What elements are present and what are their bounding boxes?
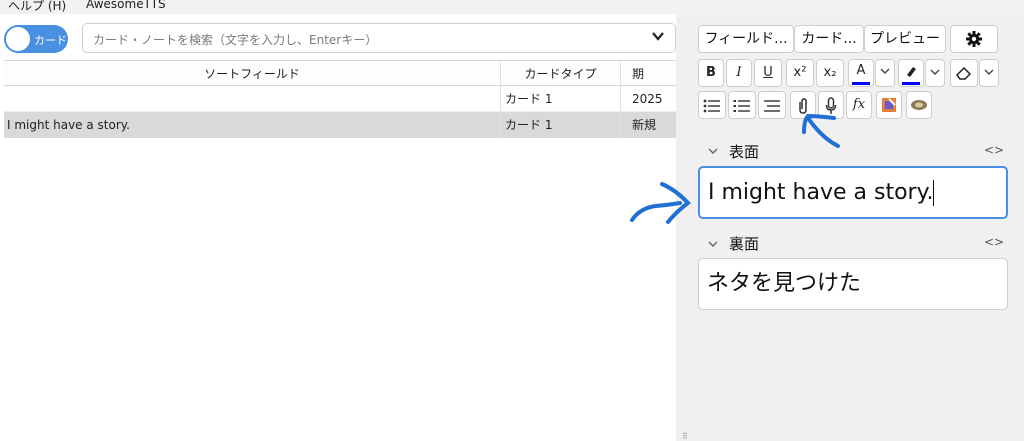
toggle-label: カード (34, 34, 67, 47)
preview-button[interactable]: プレビュー (864, 25, 946, 53)
underline-button[interactable]: U (754, 59, 782, 87)
ordered-list-icon (733, 100, 750, 112)
column-card-type[interactable]: カードタイプ (500, 61, 620, 85)
front-field-input[interactable]: I might have a story. (698, 166, 1008, 219)
highlighter-icon (899, 60, 923, 82)
eraser-icon (956, 66, 972, 80)
field-label-back: 裏面 (729, 235, 760, 253)
collapse-chevron-icon[interactable] (708, 238, 718, 251)
cell-due: 新規 (620, 112, 676, 138)
settings-button[interactable] (950, 25, 998, 53)
column-sort-field[interactable]: ソートフィールド (4, 61, 500, 85)
highlight-dropdown[interactable] (925, 59, 945, 87)
ordered-list-button[interactable] (728, 91, 756, 119)
chevron-down-icon (984, 69, 994, 75)
menu-bar: ヘルプ (H) AwesomeTTS (0, 0, 1024, 14)
search-placeholder: カード・ノートを検索（文字を入力し、Enterキー） (93, 33, 378, 47)
speaker-icon (911, 100, 927, 110)
highlight-color-bar (902, 82, 920, 85)
text-color-bar (852, 82, 870, 85)
chevron-down-icon (930, 69, 940, 75)
unordered-list-button[interactable] (698, 91, 726, 119)
table-row[interactable]: I might have a story. カード 1 新規 (4, 112, 676, 138)
table-row[interactable]: カード 1 2025 (4, 86, 676, 112)
cell-card-type: カード 1 (500, 86, 620, 111)
math-button[interactable]: fx (846, 91, 872, 119)
cell-sort-field (4, 86, 500, 111)
chevron-down-icon (880, 68, 890, 74)
align-icon (764, 100, 780, 112)
html-toggle-icon[interactable]: <> (984, 143, 1004, 157)
collapse-chevron-icon[interactable] (708, 145, 718, 158)
menu-help[interactable]: ヘルプ (H) (8, 0, 66, 14)
html-toggle-icon[interactable]: <> (984, 235, 1004, 249)
subscript-button[interactable]: x₂ (816, 59, 844, 87)
cards-button[interactable]: カード... (794, 25, 864, 53)
menu-awesometts[interactable]: AwesomeTTS (86, 0, 166, 11)
attach-button[interactable] (790, 91, 816, 119)
text-color-letter: A (856, 63, 866, 78)
text-color-button[interactable]: A (848, 59, 874, 87)
gear-icon (965, 30, 983, 57)
back-field-input[interactable]: ネタを見つけた (698, 258, 1008, 310)
table-header: ソートフィールド カードタイプ 期 (4, 60, 676, 86)
text-color-dropdown[interactable] (875, 59, 895, 87)
microphone-icon (825, 97, 837, 114)
highlight-button[interactable] (898, 59, 924, 87)
back-field-text: ネタを見つけた (707, 271, 862, 296)
tts-button[interactable] (906, 91, 932, 119)
cell-due: 2025 (620, 86, 676, 111)
front-field-text: I might have a story. (708, 180, 934, 205)
card-table: ソートフィールド カードタイプ 期 カード 1 2025 I might hav… (4, 60, 676, 138)
chevron-down-icon[interactable] (651, 29, 665, 47)
record-button[interactable] (818, 91, 844, 119)
cards-notes-toggle[interactable]: カード (4, 25, 68, 53)
field-label-front: 表面 (729, 143, 760, 161)
card-browser: カード カード・ノートを検索（文字を入力し、Enterキー） ソートフィールド … (0, 14, 676, 441)
column-due[interactable]: 期 (620, 61, 676, 85)
superscript-button[interactable]: x² (786, 59, 814, 87)
image-occlusion-button[interactable] (876, 91, 902, 119)
italic-button[interactable]: I (726, 59, 752, 87)
cell-sort-field: I might have a story. (7, 118, 130, 132)
eraser-dropdown[interactable] (979, 59, 999, 87)
bold-button[interactable]: B (698, 59, 724, 87)
editor-panel: フィールド... カード... プレビュー B I U x² x₂ A fx 表… (676, 14, 1024, 441)
fields-button[interactable]: フィールド... (698, 25, 794, 53)
search-input[interactable]: カード・ノートを検索（文字を入力し、Enterキー） (82, 23, 676, 53)
image-icon (882, 98, 896, 112)
eraser-button[interactable] (950, 59, 978, 87)
paperclip-icon (799, 98, 807, 114)
cell-card-type: カード 1 (500, 112, 620, 138)
list-icon (703, 99, 720, 113)
align-button[interactable] (758, 91, 786, 119)
resize-handle[interactable]: ⠿ (682, 432, 688, 441)
text-cursor (933, 180, 935, 206)
toggle-knob (6, 27, 30, 51)
